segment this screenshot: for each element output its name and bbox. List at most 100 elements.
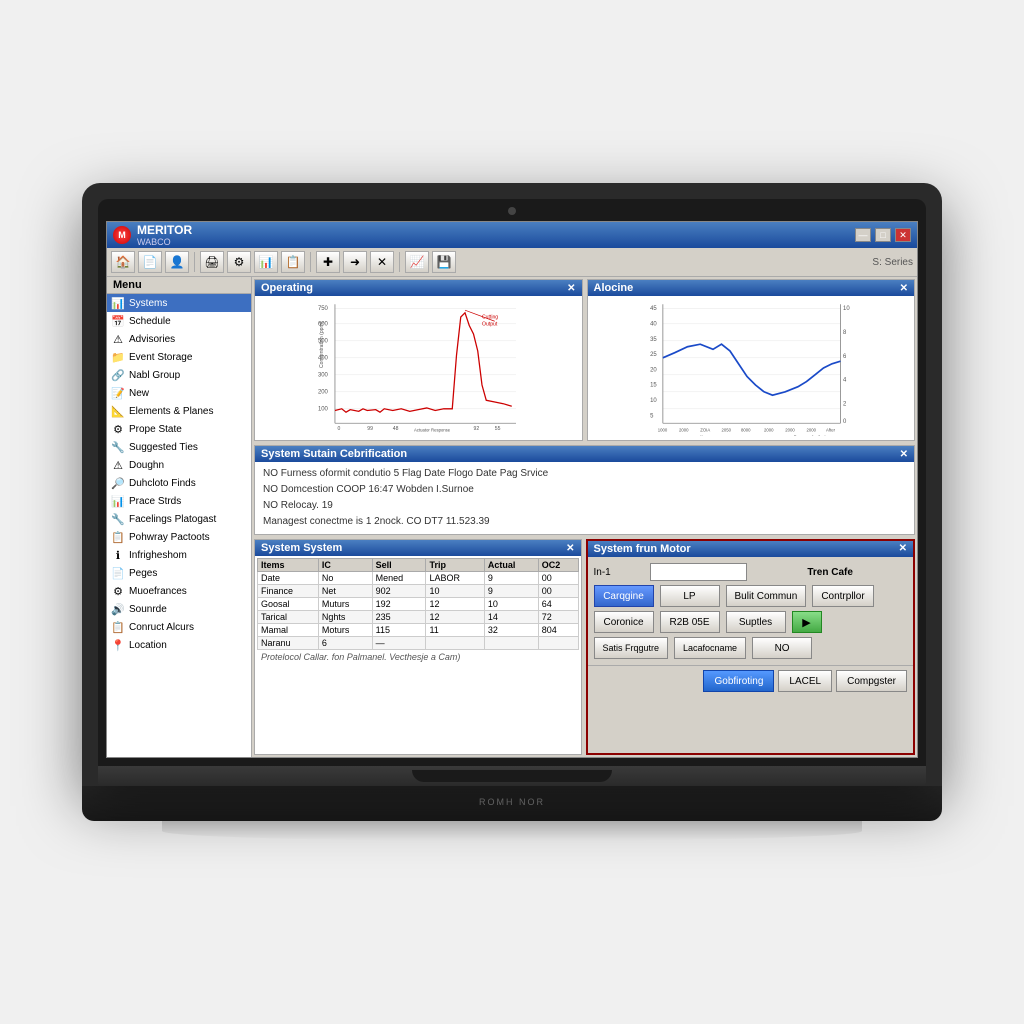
tb-delete[interactable]: ✕ — [370, 251, 394, 273]
prace-icon: 📊 — [111, 494, 125, 508]
logo-char: M — [118, 230, 126, 240]
svg-text:35: 35 — [650, 337, 657, 343]
app-logo: M — [113, 226, 131, 244]
svg-text:55: 55 — [495, 426, 501, 432]
svg-text:1000: 1000 — [657, 428, 667, 433]
sidebar-item-new[interactable]: 📝 New — [107, 384, 251, 402]
lacel-button[interactable]: LACEL — [778, 670, 832, 692]
fn-row-1: In-1 Tren Cafe — [594, 563, 908, 581]
sidebar-item-location[interactable]: 📍 Location — [107, 636, 251, 654]
satis-button[interactable]: Satis Frqgutre — [594, 637, 669, 659]
sidebar-item-prace[interactable]: 📊 Prace Strds — [107, 492, 251, 510]
tb-settings[interactable]: ⚙ — [227, 251, 251, 273]
sidebar-item-sounrde[interactable]: 🔊 Sounrde — [107, 600, 251, 618]
tb-arrow[interactable]: ➜ — [343, 251, 367, 273]
compgster-button[interactable]: Compgster — [836, 670, 907, 692]
minimize-button[interactable]: — — [855, 228, 871, 242]
sidebar-label-prope-state: Prope State — [129, 424, 182, 435]
sidebar-item-elements[interactable]: 📐 Elements & Planes — [107, 402, 251, 420]
sidebar-item-doughn[interactable]: ⚠ Doughn — [107, 456, 251, 474]
tb-clipboard[interactable]: 📋 — [281, 251, 305, 273]
peges-icon: 📄 — [111, 566, 125, 580]
sidebar-item-schedule[interactable]: 📅 Schedule — [107, 312, 251, 330]
tb-user[interactable]: 👤 — [165, 251, 189, 273]
sidebar-label-prace: Prace Strds — [129, 496, 181, 507]
laptop-stand — [412, 770, 612, 782]
lacafocname-button[interactable]: Lacafocname — [674, 637, 746, 659]
col-actual: Actual — [484, 559, 538, 572]
alocine-chart: 45 40 35 25 20 15 10 5 — [588, 296, 915, 440]
sidebar-label-infrighe: Infrigheshom — [129, 550, 187, 561]
suptles-button[interactable]: Suptles — [726, 611, 786, 633]
sidebar-item-event-storage[interactable]: 📁 Event Storage — [107, 348, 251, 366]
sidebar-item-infrighe[interactable]: ℹ Infrigheshom — [107, 546, 251, 564]
fn-bottom-row: Gobfiroting LACEL Compgster — [588, 665, 914, 696]
new-icon: 📝 — [111, 386, 125, 400]
tb-print[interactable]: 🖨 — [200, 251, 224, 273]
fn-motor-close[interactable]: ✕ — [899, 543, 907, 555]
table-row: GoosalMuturs192121064 — [258, 598, 579, 611]
sidebar-item-peges[interactable]: 📄 Peges — [107, 564, 251, 582]
laptop-camera — [508, 207, 516, 215]
svg-text:750: 750 — [318, 306, 329, 312]
sidebar-item-suggested-ties[interactable]: 🔧 Suggested Ties — [107, 438, 251, 456]
sidebar-label-advisories: Advisories — [129, 334, 175, 345]
sidebar-item-duhcloto[interactable]: 🔎 Duhcloto Finds — [107, 474, 251, 492]
system-status-close[interactable]: ✕ — [900, 449, 908, 460]
fn-field1-input[interactable] — [650, 563, 748, 581]
coronice-button[interactable]: Coronice — [594, 611, 654, 633]
title-bar: M MERITOR WABCO — □ ✕ — [107, 222, 917, 248]
fn-btn-row-3: Satis Frqgutre Lacafocname NO — [594, 637, 908, 659]
svg-text:Progress (psi): Progress (psi) — [793, 435, 820, 436]
tb-doc[interactable]: 📄 — [138, 251, 162, 273]
alocine-close[interactable]: ✕ — [900, 283, 908, 294]
sidebar-item-advisories[interactable]: ⚠ Advisories — [107, 330, 251, 348]
sidebar-item-prope-state[interactable]: ⚙ Prope State — [107, 420, 251, 438]
tb-home[interactable]: 🏠 — [111, 251, 135, 273]
r2b-button[interactable]: R2B 05E — [660, 611, 720, 633]
contrpllor-button[interactable]: Contrpllor — [812, 585, 873, 607]
sidebar-item-pohwray[interactable]: 📋 Pohwray Pactoots — [107, 528, 251, 546]
sidebar-label-event-storage: Event Storage — [129, 352, 192, 363]
title-bar-left: M MERITOR WABCO — [113, 223, 192, 247]
svg-text:2000: 2000 — [764, 428, 774, 433]
sidebar-label-elements: Elements & Planes — [129, 406, 214, 417]
infrighe-icon: ℹ — [111, 548, 125, 562]
svg-text:0: 0 — [843, 419, 847, 425]
system-status-title: System Sutain Cebrification — [261, 448, 407, 460]
toolbar: 🏠 📄 👤 🖨 ⚙ 📊 📋 ✚ ➜ ✕ 📈 💾 S: Series — [107, 248, 917, 277]
col-items: Items — [258, 559, 319, 572]
sidebar-label-peges: Peges — [129, 568, 157, 579]
svg-text:2: 2 — [843, 401, 846, 407]
bulit-commun-button[interactable]: Bulit Commun — [726, 585, 807, 607]
fn-tab1-label: Tren Cafe — [753, 567, 907, 578]
sidebar-label-pohwray: Pohwray Pactoots — [129, 532, 210, 543]
svg-text:ZOIA: ZOIA — [700, 428, 710, 433]
top-panels: Operating ✕ 750 600 500 400 — [252, 277, 917, 443]
sidebar-item-conruct[interactable]: 📋 Conruct Alcurs — [107, 618, 251, 636]
close-button[interactable]: ✕ — [895, 228, 911, 242]
system-system-close[interactable]: ✕ — [566, 543, 574, 554]
tb-chart[interactable]: 📊 — [254, 251, 278, 273]
svg-text:Annp: Annp — [823, 435, 834, 436]
sidebar-label-schedule: Schedule — [129, 316, 171, 327]
maximize-button[interactable]: □ — [875, 228, 891, 242]
sidebar-item-systems[interactable]: 📊 Systems — [107, 294, 251, 312]
gobfiroting-button[interactable]: Gobfiroting — [703, 670, 774, 692]
table-row: Naranu6— — [258, 637, 579, 650]
sidebar-item-muoe[interactable]: ⚙ Muoefrances — [107, 582, 251, 600]
tb-add[interactable]: ✚ — [316, 251, 340, 273]
sidebar-header: Menu — [107, 277, 251, 294]
green-play-button[interactable]: ▶ — [792, 611, 822, 633]
tb-excel[interactable]: 📈 — [405, 251, 429, 273]
lp-button[interactable]: LP — [660, 585, 720, 607]
tb-save[interactable]: 💾 — [432, 251, 456, 273]
operating-panel: Operating ✕ 750 600 500 400 — [254, 279, 583, 441]
no-button[interactable]: NO — [752, 637, 812, 659]
sidebar-label-facelings: Facelings Platogast — [129, 514, 216, 525]
operating-close[interactable]: ✕ — [567, 283, 575, 294]
sidebar-item-facelings[interactable]: 🔧 Facelings Platogast — [107, 510, 251, 528]
table-row: DateNoMenedLABOR900 — [258, 572, 579, 585]
carqgine-button[interactable]: Carqgine — [594, 585, 654, 607]
sidebar-item-nabl-group[interactable]: 🔗 Nabl Group — [107, 366, 251, 384]
